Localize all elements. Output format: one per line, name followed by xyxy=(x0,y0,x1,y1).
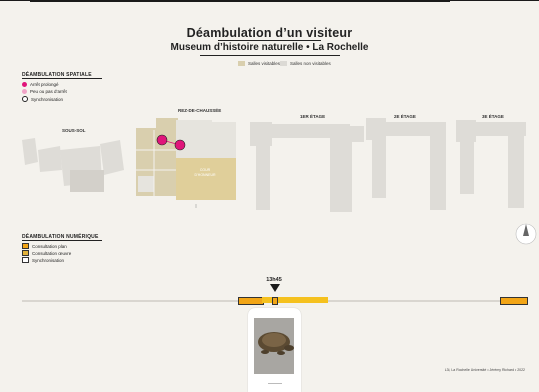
credits: L3i, La Rochelle Université • Jérémy Ric… xyxy=(444,368,525,372)
legend-label: Consultation œuvre xyxy=(32,250,72,256)
digital-legend-rule xyxy=(22,240,102,241)
floor-plan-rez xyxy=(136,118,236,208)
turtle-icon xyxy=(254,318,294,374)
timeline-segment-plan[interactable] xyxy=(238,297,264,305)
legend-oeuvre: Consultation œuvre xyxy=(22,250,71,256)
stop-marker[interactable] xyxy=(156,134,168,146)
time-cursor-icon[interactable] xyxy=(270,284,280,292)
legend-plan: Consultation plan xyxy=(22,243,67,249)
floor-plan-1 xyxy=(250,122,364,212)
stop-marker[interactable] xyxy=(174,139,186,151)
floor-plan-sous-sol xyxy=(22,138,124,192)
artwork-image[interactable] xyxy=(254,318,294,374)
floor-plan-2 xyxy=(366,118,446,210)
compass-icon xyxy=(515,223,537,245)
legend-swatch xyxy=(22,250,29,256)
legend-label: Synchronisation xyxy=(32,257,65,263)
current-time: 13h45 xyxy=(266,277,282,283)
phone-home-bar xyxy=(268,383,282,384)
legend-swatch xyxy=(22,257,29,263)
timeline-segment-plan-end[interactable] xyxy=(500,297,528,305)
legend-label: Consultation plan xyxy=(32,243,67,249)
legend-swatch xyxy=(22,243,29,249)
timeline-sync-marker[interactable] xyxy=(272,297,278,305)
floor-plan-3 xyxy=(456,120,526,208)
legend-sync-digital: Synchronisation xyxy=(22,257,64,263)
room-label-cour: COUR D’HONNEUR xyxy=(194,168,216,177)
